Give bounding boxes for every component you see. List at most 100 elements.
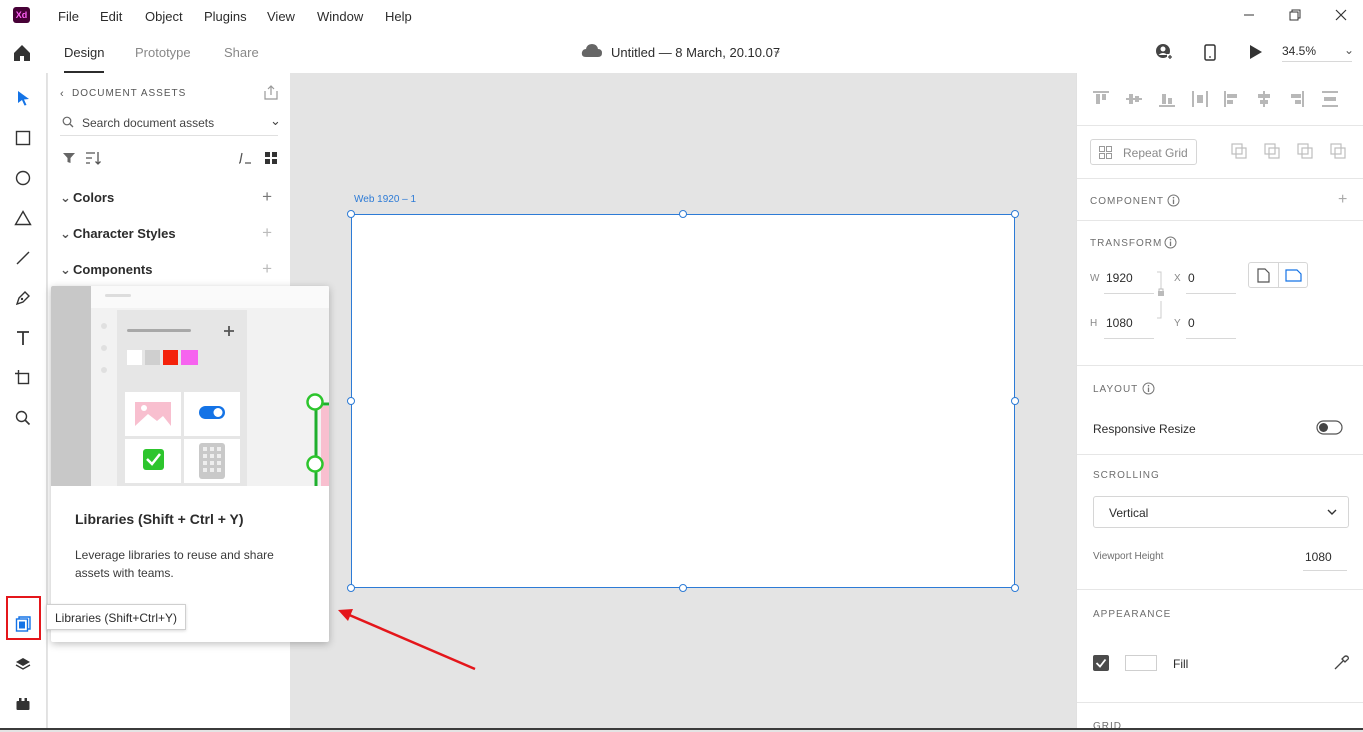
chevron-down-icon: ⌄ bbox=[60, 262, 71, 277]
resize-handle[interactable] bbox=[347, 584, 355, 592]
menu-view[interactable]: View bbox=[267, 9, 295, 24]
x-input[interactable]: 0 bbox=[1188, 271, 1195, 285]
add-component-icon[interactable]: + bbox=[1338, 191, 1347, 209]
grid-view-icon[interactable] bbox=[264, 151, 278, 165]
height-label: H bbox=[1090, 318, 1098, 329]
user-share-icon[interactable] bbox=[1155, 43, 1173, 61]
divider bbox=[1077, 702, 1363, 703]
tab-design[interactable]: Design bbox=[64, 45, 104, 60]
eyedropper-icon[interactable] bbox=[1334, 655, 1349, 670]
fill-swatch[interactable] bbox=[1125, 655, 1157, 671]
colors-section[interactable]: ⌄ Colors bbox=[60, 190, 114, 206]
libraries-highlight-box bbox=[6, 596, 41, 640]
width-input[interactable]: 1920 bbox=[1106, 271, 1133, 285]
repeat-grid-button[interactable]: Repeat Grid bbox=[1090, 139, 1197, 165]
zoom-tool-icon[interactable] bbox=[12, 407, 34, 429]
search-underline bbox=[60, 135, 278, 136]
document-title[interactable]: Untitled — 8 March, 20.10.07 bbox=[611, 45, 780, 60]
xd-logo: Xd bbox=[13, 7, 30, 23]
divider bbox=[1077, 220, 1363, 221]
resize-handle[interactable] bbox=[679, 210, 687, 218]
resize-handle[interactable] bbox=[1011, 210, 1019, 218]
tab-share[interactable]: Share bbox=[224, 45, 259, 60]
sort-icon[interactable] bbox=[85, 151, 101, 165]
lock-aspect-icon[interactable] bbox=[1156, 271, 1166, 319]
property-inspector: Repeat Grid COMPONENT + TRANSFORM W 1920… bbox=[1076, 73, 1363, 732]
portrait-icon[interactable] bbox=[1257, 268, 1270, 283]
section-label: Components bbox=[73, 262, 153, 277]
chevron-down-icon[interactable]: ⌄ bbox=[772, 43, 782, 57]
restore-icon[interactable] bbox=[1287, 8, 1303, 24]
info-icon[interactable] bbox=[1167, 194, 1180, 207]
boolean-ops-toolbar[interactable] bbox=[1231, 143, 1351, 161]
back-chevron-icon[interactable]: ‹ bbox=[60, 88, 64, 100]
input-underline bbox=[1186, 338, 1236, 339]
resize-handle[interactable] bbox=[347, 397, 355, 405]
responsive-resize-label: Responsive Resize bbox=[1093, 422, 1196, 436]
list-view-icon[interactable] bbox=[238, 152, 252, 164]
components-section[interactable]: ⌄ Components bbox=[60, 262, 152, 278]
menu-plugins[interactable]: Plugins bbox=[204, 9, 247, 24]
info-icon[interactable] bbox=[1142, 382, 1155, 395]
export-icon[interactable] bbox=[263, 85, 279, 101]
polygon-tool-icon[interactable] bbox=[12, 207, 34, 229]
resize-handle[interactable] bbox=[679, 584, 687, 592]
close-icon[interactable] bbox=[1333, 8, 1349, 24]
zoom-chevron-icon[interactable]: ⌄ bbox=[1344, 43, 1354, 57]
search-icon bbox=[62, 116, 74, 128]
pen-tool-icon[interactable] bbox=[12, 287, 34, 309]
character-styles-section[interactable]: ⌄ Character Styles bbox=[60, 226, 176, 242]
add-color-icon[interactable]: + bbox=[262, 187, 272, 207]
divider bbox=[1077, 454, 1363, 455]
responsive-resize-toggle[interactable] bbox=[1316, 420, 1343, 435]
search-input[interactable]: Search document assets bbox=[82, 116, 214, 130]
section-label: Character Styles bbox=[73, 226, 176, 241]
search-options-chevron-icon[interactable]: ⌄ bbox=[270, 113, 281, 129]
landscape-icon[interactable] bbox=[1285, 269, 1302, 282]
popup-title: Libraries (Shift + Ctrl + Y) bbox=[75, 511, 244, 527]
align-toolbar[interactable] bbox=[1093, 90, 1353, 108]
tab-prototype[interactable]: Prototype bbox=[135, 45, 191, 60]
minimize-icon[interactable] bbox=[1241, 8, 1257, 24]
play-icon[interactable] bbox=[1248, 44, 1264, 60]
home-icon[interactable] bbox=[12, 43, 32, 63]
cloud-icon bbox=[581, 43, 603, 59]
rectangle-tool-icon[interactable] bbox=[12, 127, 34, 149]
scrolling-dropdown[interactable]: Vertical bbox=[1093, 496, 1349, 528]
line-tool-icon[interactable] bbox=[12, 247, 34, 269]
filter-icon[interactable] bbox=[62, 152, 76, 164]
resize-handle[interactable] bbox=[347, 210, 355, 218]
viewport-height-label: Viewport Height bbox=[1093, 551, 1164, 562]
x-label: X bbox=[1174, 273, 1181, 284]
menu-object[interactable]: Object bbox=[145, 9, 183, 24]
select-tool-icon[interactable] bbox=[12, 87, 34, 109]
resize-handle[interactable] bbox=[1011, 397, 1019, 405]
y-input[interactable]: 0 bbox=[1188, 316, 1195, 330]
add-component-icon[interactable]: + bbox=[262, 259, 272, 279]
artboard[interactable] bbox=[351, 214, 1015, 588]
repeat-grid-icon bbox=[1099, 146, 1112, 159]
resize-handle[interactable] bbox=[1011, 584, 1019, 592]
add-character-style-icon[interactable]: + bbox=[262, 223, 272, 243]
fill-checkbox[interactable] bbox=[1093, 655, 1109, 671]
orientation-toggle[interactable] bbox=[1248, 262, 1308, 288]
artboard-label[interactable]: Web 1920 – 1 bbox=[354, 194, 416, 205]
chevron-down-icon: ⌄ bbox=[60, 190, 71, 205]
zoom-underline bbox=[1282, 61, 1352, 62]
info-icon[interactable] bbox=[1164, 236, 1177, 249]
grid-label: GRID bbox=[1093, 721, 1122, 732]
layers-icon[interactable] bbox=[12, 653, 34, 675]
menu-help[interactable]: Help bbox=[385, 9, 412, 24]
device-preview-icon[interactable] bbox=[1203, 43, 1217, 63]
height-input[interactable]: 1080 bbox=[1106, 316, 1133, 330]
ellipse-tool-icon[interactable] bbox=[12, 167, 34, 189]
viewport-height-input[interactable]: 1080 bbox=[1305, 550, 1332, 564]
menu-edit[interactable]: Edit bbox=[100, 9, 122, 24]
artboard-tool-icon[interactable] bbox=[12, 367, 34, 389]
menu-window[interactable]: Window bbox=[317, 9, 363, 24]
text-tool-icon[interactable] bbox=[12, 327, 34, 349]
divider bbox=[1077, 365, 1363, 366]
zoom-level[interactable]: 34.5% bbox=[1282, 44, 1316, 58]
plugins-icon[interactable] bbox=[12, 693, 34, 715]
menu-file[interactable]: File bbox=[58, 9, 79, 24]
